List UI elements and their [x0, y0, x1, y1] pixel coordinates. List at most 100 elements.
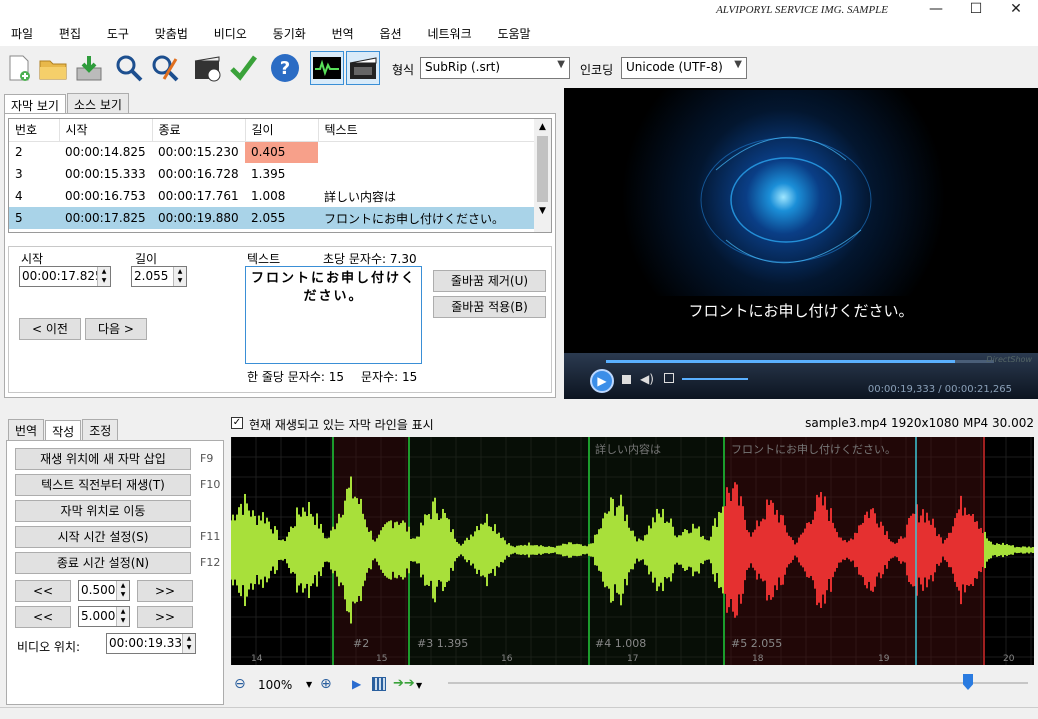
spin-arrows-icon[interactable]: ▲ ▼ [97, 267, 110, 286]
text-label: 텍스트 [247, 252, 281, 266]
tab-source-view[interactable]: 소스 보기 [66, 93, 129, 115]
forward-small-button[interactable]: >> [137, 580, 193, 602]
show-current-checkbox[interactable]: ✓ [231, 417, 243, 429]
fullscreen-icon[interactable] [664, 373, 674, 383]
forward-large-button[interactable]: >> [137, 606, 193, 628]
seek-bar[interactable] [606, 360, 994, 363]
back-large-button[interactable]: << [15, 606, 71, 628]
chevron-up-icon[interactable]: ▲ [534, 119, 551, 132]
zoom-in-icon[interactable]: ⊕ [320, 676, 332, 692]
tab-create[interactable]: 작성 [45, 420, 82, 442]
video-controls: ▶ ◀) DirectShow 00:00:19,333 / 00:00:21,… [564, 353, 1038, 399]
chevron-down-icon[interactable]: ▼ [534, 206, 551, 216]
video-player[interactable]: フロントにお申し付けください。 ▶ ◀) DirectShow 00:00:19… [564, 88, 1038, 399]
waveform-view[interactable]: 詳しい内容は フロントにお申し付けください。 #2 #3 1.395 #4 1.… [231, 437, 1034, 665]
auto-continue-icon[interactable]: ➔➔ [393, 676, 415, 691]
stop-icon[interactable] [622, 375, 631, 384]
set-start-button[interactable]: 시작 시간 설정(S) [15, 526, 191, 548]
apply-line-break-button[interactable]: 줄바꿈 적용(B) [433, 296, 546, 318]
chevron-down-icon[interactable]: ▼ [306, 680, 312, 689]
col-duration[interactable]: 길이 [245, 119, 319, 142]
video-position-label: 비디오 위치: [17, 640, 81, 654]
cell-number: 4 [15, 189, 23, 203]
replace-icon[interactable] [148, 51, 182, 85]
col-text[interactable]: 텍스트 [318, 119, 535, 142]
format-select[interactable]: SubRip (.srt) ▼ [420, 57, 570, 79]
text-line-1: フロントにお申し付けく [250, 271, 416, 286]
menu-options[interactable]: 옵션 [369, 22, 413, 42]
minimize-icon[interactable]: — [918, 0, 954, 20]
prev-button[interactable]: < 이전 [19, 318, 81, 340]
video-toggle-icon[interactable] [346, 51, 380, 85]
tab-translate[interactable]: 번역 [8, 419, 45, 441]
play-waveform-icon[interactable]: ▶ [352, 677, 361, 691]
cell-text: フロントにお申し付けください。 [318, 207, 535, 229]
cell-duration: 0.405 [245, 141, 318, 163]
spin-arrows-icon[interactable]: ▲ ▼ [116, 581, 129, 600]
large-step-input[interactable]: 5.000 ▲ ▼ [78, 606, 130, 627]
menu-spellcheck[interactable]: 맞춤법 [144, 22, 199, 42]
subtitle-grid[interactable]: 번호 시작 종료 길이 텍스트 2 00:00:14.825 00:00:15.… [8, 118, 552, 233]
menu-network[interactable]: 네트워크 [416, 22, 482, 42]
total-chars: 문자수: 15 [361, 370, 418, 384]
remove-line-break-button[interactable]: 줄바꿈 제거(U) [433, 270, 546, 292]
tab-adjust[interactable]: 조정 [82, 419, 119, 441]
menu-translate[interactable]: 번역 [321, 22, 365, 42]
menu-help[interactable]: 도움말 [486, 22, 541, 42]
subtitle-text-input[interactable]: フロントにお申し付けく ださい。 [245, 266, 422, 364]
zoom-out-icon[interactable]: ⊖ [234, 676, 246, 692]
back-small-button[interactable]: << [15, 580, 71, 602]
zoom-level[interactable]: 100% [258, 678, 292, 692]
next-button[interactable]: 다음 > [85, 318, 147, 340]
spellcheck-icon[interactable] [226, 51, 260, 85]
toolbar: ? 형식 SubRip (.srt) ▼ 인코딩 Unicode (UTF-8)… [0, 46, 1038, 90]
grid-scrollbar[interactable]: ▲ ▼ [534, 119, 551, 232]
spin-arrows-icon[interactable]: ▲ ▼ [182, 634, 195, 653]
open-folder-icon[interactable] [36, 51, 70, 85]
duration-input[interactable]: 2.055 ▲ ▼ [131, 266, 187, 287]
close-icon[interactable]: ✕ [998, 0, 1034, 20]
waveform-canvas[interactable] [231, 437, 1034, 665]
video-time: 00:00:19,333 / 00:00:21,265 [867, 384, 1012, 395]
position-slider-thumb[interactable] [963, 674, 973, 690]
volume-icon[interactable]: ◀) [640, 372, 654, 386]
menu-file[interactable]: 파일 [0, 22, 44, 42]
col-start[interactable]: 시작 [59, 119, 153, 142]
play-before-text-button[interactable]: 텍스트 직전부터 재생(T) [15, 474, 191, 496]
new-file-icon[interactable] [2, 51, 36, 85]
position-slider[interactable] [448, 682, 1028, 684]
video-position-input[interactable]: 00:00:19.333 ▲ ▼ [106, 633, 196, 654]
set-end-button[interactable]: 종료 시간 설정(N) [15, 552, 191, 574]
help-icon[interactable]: ? [268, 51, 302, 85]
scroll-thumb[interactable] [537, 136, 548, 202]
cell-start: 00:00:14.825 [65, 145, 146, 160]
encoding-select[interactable]: Unicode (UTF-8) ▼ [621, 57, 747, 79]
menu-sync[interactable]: 동기화 [262, 22, 317, 42]
volume-slider[interactable] [682, 378, 748, 380]
spectrogram-icon[interactable] [372, 677, 386, 691]
maximize-icon[interactable]: ☐ [958, 0, 994, 20]
table-row[interactable]: 2 00:00:14.825 00:00:15.230 0.405 [9, 141, 535, 163]
visual-sync-icon[interactable] [190, 51, 224, 85]
table-row-selected[interactable]: 5 00:00:17.825 00:00:19.880 2.055 フロントにお… [9, 207, 535, 229]
spin-arrows-icon[interactable]: ▲ ▼ [173, 267, 186, 286]
menu-tools[interactable]: 도구 [96, 22, 140, 42]
goto-subtitle-button[interactable]: 자막 위치로 이동 [15, 500, 191, 522]
save-download-icon[interactable] [72, 51, 106, 85]
menu-edit[interactable]: 편집 [48, 22, 92, 42]
table-row[interactable]: 3 00:00:15.333 00:00:16.728 1.395 [9, 163, 535, 185]
encoding-label: 인코딩 [580, 63, 614, 77]
search-icon[interactable] [112, 51, 146, 85]
table-row[interactable]: 4 00:00:16.753 00:00:17.761 1.008 詳しい内容は [9, 185, 535, 207]
waveform-toggle-icon[interactable] [310, 51, 344, 85]
spin-arrows-icon[interactable]: ▲ ▼ [116, 607, 129, 626]
col-end[interactable]: 종료 [152, 119, 246, 142]
play-icon[interactable]: ▶ [590, 369, 614, 393]
col-number[interactable]: 번호 [9, 119, 60, 142]
start-time-input[interactable]: 00:00:17.825 ▲ ▼ [19, 266, 111, 287]
insert-subtitle-button[interactable]: 재생 위치에 새 자막 삽입 [15, 448, 191, 470]
small-step-input[interactable]: 0.500 ▲ ▼ [78, 580, 130, 601]
segment-label-5: #5 2.055 [731, 637, 783, 650]
chevron-down-icon[interactable]: ▼ [416, 681, 422, 690]
menu-video[interactable]: 비디오 [203, 22, 258, 42]
